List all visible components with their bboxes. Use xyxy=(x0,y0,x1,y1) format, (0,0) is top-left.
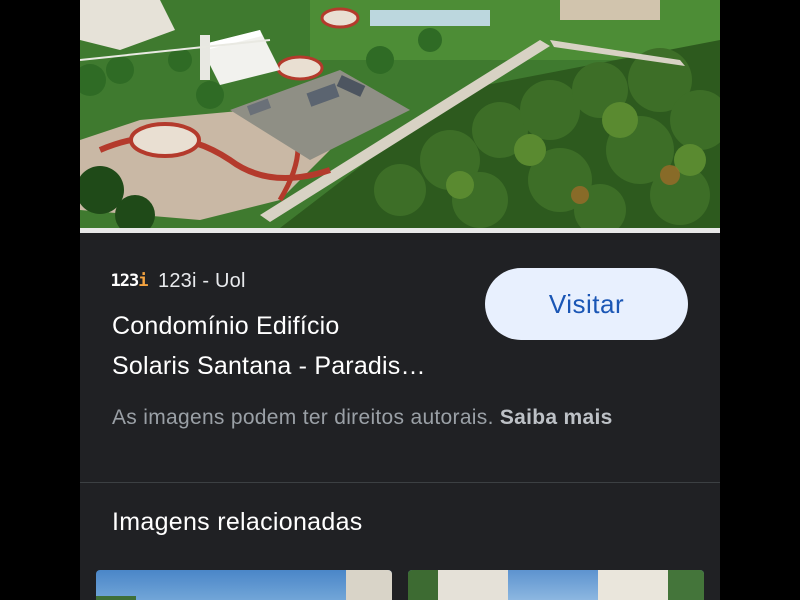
result-title-line1: Condomínio Edifício xyxy=(112,312,340,340)
image-divider xyxy=(80,228,720,233)
image-viewer-panel: 123 i 123i - Uol Condomínio Edifício Sola… xyxy=(80,0,720,600)
result-title-line2: Solaris Santana - Paradis… xyxy=(112,352,426,380)
related-image-thumbnail[interactable] xyxy=(408,570,704,600)
thumbnail-image-2 xyxy=(408,570,704,600)
source-name: 123i - Uol xyxy=(158,269,246,292)
source-logo-icon: 123 i xyxy=(110,271,149,291)
aerial-render-image xyxy=(80,0,720,228)
thumbnail-image-1 xyxy=(96,570,392,600)
copyright-text: As imagens podem ter direitos autorais. xyxy=(112,406,494,429)
section-divider xyxy=(80,482,720,483)
source-row[interactable]: 123 i 123i - Uol xyxy=(110,265,246,297)
visit-button[interactable]: Visitar xyxy=(485,268,688,340)
related-images-heading: Imagens relacionadas xyxy=(112,508,363,536)
learn-more-link[interactable]: Saiba mais xyxy=(500,406,613,429)
result-title[interactable]: Condomínio Edifício Solaris Santana - Pa… xyxy=(112,306,472,386)
related-image-thumbnail[interactable] xyxy=(96,570,392,600)
copyright-notice: As imagens podem ter direitos autorais. … xyxy=(112,402,672,434)
main-image[interactable] xyxy=(80,0,720,228)
